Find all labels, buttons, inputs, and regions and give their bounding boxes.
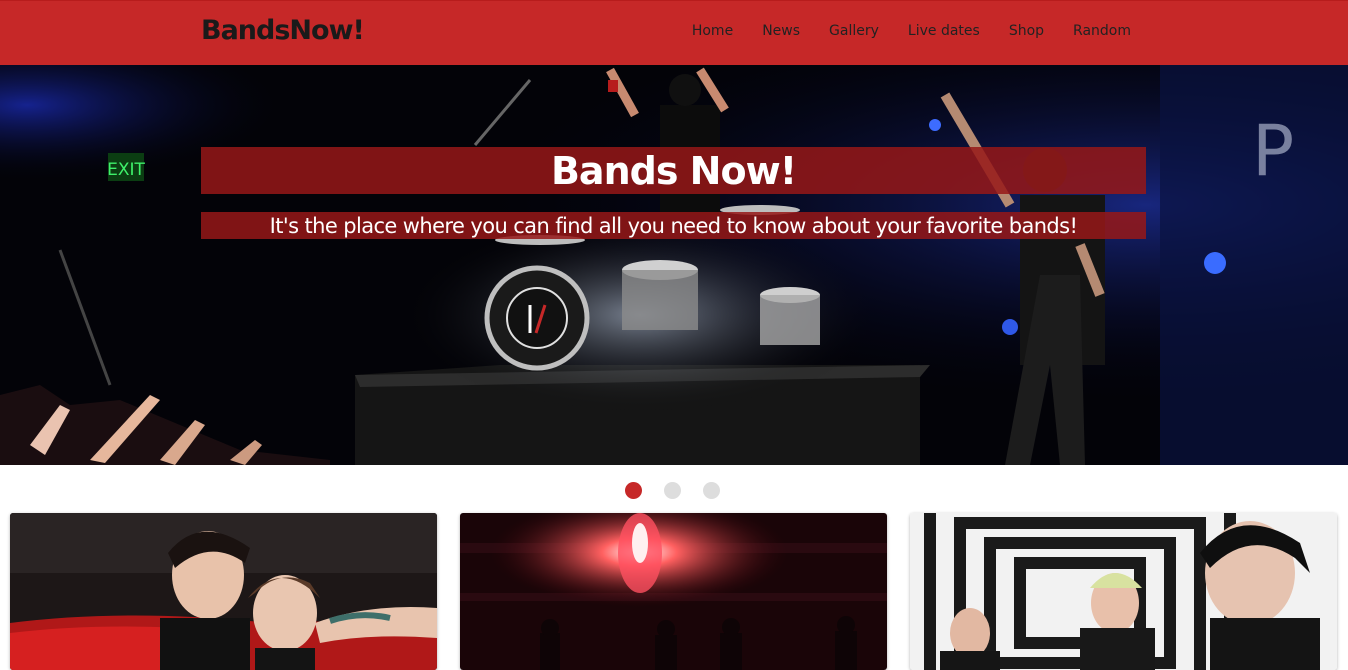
hero-title: Bands Now! bbox=[550, 148, 797, 193]
exit-sign-text: EXIT bbox=[107, 160, 145, 180]
hero-carousel[interactable]: P EXIT Bands Now! It's the place where y… bbox=[0, 65, 1348, 465]
nav-item-shop[interactable]: Shop bbox=[1009, 23, 1044, 39]
nav-item-gallery[interactable]: Gallery bbox=[829, 23, 879, 39]
band-card-2[interactable] bbox=[460, 513, 887, 670]
carousel-dot-2[interactable] bbox=[664, 482, 681, 499]
hero-subtitle-banner: It's the place where you can find all yo… bbox=[201, 212, 1146, 239]
nav-item-home[interactable]: Home bbox=[692, 23, 733, 39]
carousel-dot-1[interactable] bbox=[625, 482, 642, 499]
band-card-1[interactable] bbox=[10, 513, 437, 670]
band-card-3-image bbox=[910, 513, 1337, 670]
brand-logo[interactable]: BandsNow! bbox=[201, 15, 365, 46]
top-navbar: BandsNow! Home News Gallery Live dates S… bbox=[0, 0, 1348, 65]
carousel-indicators bbox=[625, 482, 742, 499]
nav-item-live-dates[interactable]: Live dates bbox=[908, 23, 980, 39]
nav-item-random[interactable]: Random bbox=[1073, 23, 1131, 39]
carousel-dot-3[interactable] bbox=[703, 482, 720, 499]
hero-concert-image: P EXIT bbox=[0, 65, 1348, 465]
hero-title-banner: Bands Now! bbox=[201, 147, 1146, 194]
main-nav: Home News Gallery Live dates Shop Random bbox=[663, 23, 1131, 39]
band-card-1-image bbox=[10, 513, 437, 670]
nav-item-news[interactable]: News bbox=[762, 23, 800, 39]
hero-subtitle: It's the place where you can find all yo… bbox=[269, 213, 1078, 238]
band-card-3[interactable] bbox=[910, 513, 1337, 670]
band-card-2-image bbox=[460, 513, 887, 670]
svg-text:P: P bbox=[1252, 110, 1294, 192]
